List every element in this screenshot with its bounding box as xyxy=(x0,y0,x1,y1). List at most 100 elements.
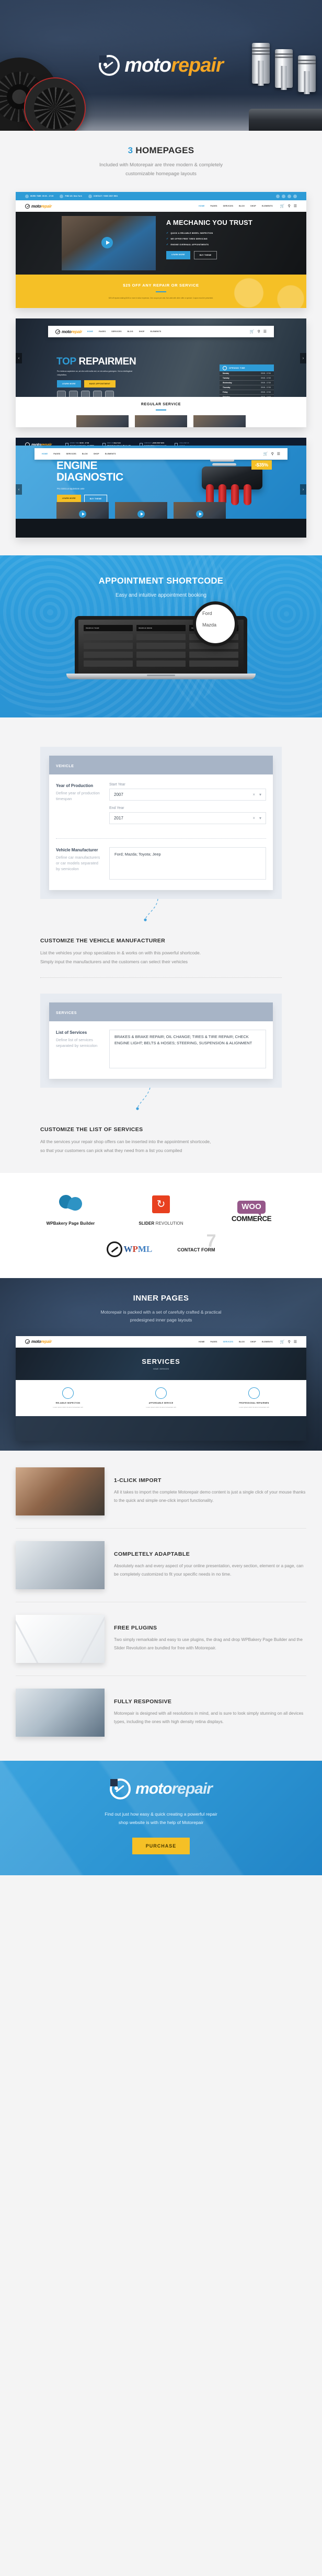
instagram-icon[interactable] xyxy=(293,194,297,198)
service-engine-icon[interactable] xyxy=(81,391,90,397)
mock-nav-icons[interactable]: 🛒 ⚲ ☰ xyxy=(250,329,267,334)
breadcrumb: HOME / SERVICES xyxy=(153,1367,169,1370)
check-icon: ✓ xyxy=(166,243,169,247)
search-icon[interactable]: ⚲ xyxy=(258,329,260,334)
menu-item-blog[interactable]: BLOG xyxy=(82,453,88,455)
menu-icon[interactable]: ☰ xyxy=(277,452,280,456)
homepage2-hero: ‹ › motorepair HOME PAGES SERVICES BLOG … xyxy=(16,318,306,397)
chevron-down-icon[interactable]: ▾ xyxy=(259,816,261,820)
check-icon: ✓ xyxy=(166,232,169,235)
mock-menu[interactable]: HOME PAGES SERVICES BLOG SHOP ELEMENTS xyxy=(199,1341,273,1343)
video-thumbnail[interactable] xyxy=(174,502,226,519)
mock-menu[interactable]: HOME PAGES SERVICES BLOG SHOP ELEMENTS xyxy=(42,453,116,455)
social-icons[interactable] xyxy=(276,194,297,198)
mock-logo[interactable]: motorepair xyxy=(55,329,82,334)
clock-icon xyxy=(223,366,227,370)
mock-menu[interactable]: HOME PAGES SERVICES BLOG SHOP ELEMENTS xyxy=(199,205,273,207)
mock-nav-icons[interactable]: 🛒 ⚲ ☰ xyxy=(263,452,280,456)
menu-item-shop[interactable]: SHOP xyxy=(250,1341,256,1343)
menu-item-blog[interactable]: BLOG xyxy=(239,1341,245,1343)
mock-nav-icons[interactable]: 🛒 ⚲ ☰ xyxy=(280,204,297,208)
make-appointment-button[interactable]: MAKE APPOINTMENT xyxy=(84,380,116,388)
slider-next-button[interactable]: › xyxy=(300,484,306,495)
search-icon[interactable]: ⚲ xyxy=(288,1340,291,1344)
menu-item-shop[interactable]: SHOP xyxy=(250,205,256,207)
facebook-icon[interactable] xyxy=(288,194,291,198)
slider-prev-button[interactable]: ‹ xyxy=(16,353,22,364)
menu-item-blog[interactable]: BLOG xyxy=(239,205,245,207)
cart-icon[interactable]: 🛒 xyxy=(280,204,285,208)
menu-item-elements[interactable]: ELEMENTS xyxy=(262,1341,273,1343)
clear-icon[interactable]: × xyxy=(252,792,255,797)
divider xyxy=(156,409,166,411)
menu-item-pages[interactable]: PAGES xyxy=(53,453,60,455)
menu-item-home[interactable]: HOME xyxy=(199,1341,204,1343)
video-thumbnail[interactable] xyxy=(115,502,167,519)
menu-icon[interactable]: ☰ xyxy=(263,329,267,334)
purchase-button[interactable]: PURCHASE xyxy=(132,1838,190,1854)
mock-logo[interactable]: motorepair xyxy=(25,1339,52,1344)
mock-logo[interactable]: motorepair xyxy=(25,203,52,209)
clear-icon[interactable]: × xyxy=(252,816,255,820)
menu-item-shop[interactable]: SHOP xyxy=(94,453,99,455)
inner-page-preview[interactable]: motorepair HOME PAGES SERVICES BLOG SHOP… xyxy=(16,1336,306,1441)
end-year-select[interactable]: 2017 × ▾ xyxy=(109,812,266,825)
learn-more-button[interactable]: LEARN MORE xyxy=(166,251,190,260)
menu-item-services[interactable]: SERVICES xyxy=(223,205,234,207)
menu-icon[interactable]: ☰ xyxy=(294,204,297,208)
menu-item-elements[interactable]: ELEMENTS xyxy=(105,453,116,455)
twitter-icon[interactable] xyxy=(276,194,280,198)
inner-pages-title: INNER PAGES xyxy=(133,1293,189,1303)
service-24h-icon[interactable] xyxy=(57,391,66,397)
cart-icon[interactable]: 🛒 xyxy=(263,452,268,456)
cart-icon[interactable]: 🛒 xyxy=(280,1340,285,1344)
learn-more-button[interactable]: LEARN MORE xyxy=(57,380,81,388)
mock-menu[interactable]: HOME PAGES SERVICES BLOG SHOP ELEMENTS xyxy=(87,330,162,333)
menu-item-services[interactable]: SERVICES xyxy=(66,453,77,455)
menu-item-elements[interactable]: ELEMENTS xyxy=(151,330,162,333)
brand-logo: motorepair xyxy=(0,1778,322,1799)
list-of-services-field: List of Services Define list of services… xyxy=(56,1030,266,1069)
menu-item-home[interactable]: HOME xyxy=(87,330,93,333)
engine-graphic: -$35% xyxy=(197,457,272,507)
inner-pages-section: INNER PAGES Motorepair is packed with a … xyxy=(0,1278,322,1451)
menu-item-elements[interactable]: ELEMENTS xyxy=(262,205,273,207)
chevron-down-icon[interactable]: ▾ xyxy=(259,792,261,797)
menu-item-services[interactable]: SERVICES xyxy=(111,330,122,333)
menu-item-services[interactable]: SERVICES xyxy=(223,1341,234,1343)
service-wheel-icon[interactable] xyxy=(69,391,78,397)
services-page-title: SERVICES xyxy=(142,1357,180,1365)
cart-icon[interactable]: 🛒 xyxy=(250,329,255,334)
menu-item-home[interactable]: HOME xyxy=(199,205,204,207)
slider-next-button[interactable]: › xyxy=(300,353,306,364)
slider-prev-button[interactable]: ‹ xyxy=(16,484,22,495)
list-of-services-input[interactable]: BRAKES & BRAKE REPAIR; OIL CHANGE; TIRES… xyxy=(109,1030,266,1069)
mock-topbar: WORK TIME: 09:00 - 17:00 FIND US: New Yo… xyxy=(16,192,306,201)
menu-icon[interactable]: ☰ xyxy=(294,1340,297,1344)
homepage-preview-3[interactable]: motorepair WORK TIME 09:00 - 17:00Saturd… xyxy=(16,438,306,538)
service-car-icon[interactable] xyxy=(93,391,102,397)
start-year-select[interactable]: 2007 × ▾ xyxy=(109,789,266,801)
search-icon[interactable]: ⚲ xyxy=(271,452,274,456)
buy-theme-button[interactable]: BUY THEME xyxy=(193,251,217,260)
mock-nav-icons[interactable]: 🛒 ⚲ ☰ xyxy=(280,1340,297,1344)
landing-page: motorepair 3 HOMEPAGES Included with Mot… xyxy=(0,0,322,1875)
menu-item-pages[interactable]: PAGES xyxy=(211,205,217,207)
homepage-preview-1[interactable]: WORK TIME: 09:00 - 17:00 FIND US: New Yo… xyxy=(16,192,306,309)
vehicle-manufacturer-input[interactable]: Ford; Mazda; Toyota; Jeep xyxy=(109,847,266,880)
menu-item-pages[interactable]: PAGES xyxy=(211,1341,217,1343)
plugin-woocommerce: WOO COMMERCE xyxy=(222,1200,282,1226)
linkedin-icon[interactable] xyxy=(282,194,285,198)
feature-text: Motorepair is designed with all resoluti… xyxy=(114,1711,304,1724)
service-oil-icon[interactable] xyxy=(105,391,114,397)
menu-item-home[interactable]: HOME xyxy=(42,453,48,455)
plugin-slider-revolution: ↻ SLIDER REVOLUTION xyxy=(131,1192,191,1226)
menu-item-shop[interactable]: SHOP xyxy=(139,330,145,333)
video-thumbnail[interactable] xyxy=(56,502,109,519)
homepage-preview-2[interactable]: ‹ › motorepair HOME PAGES SERVICES BLOG … xyxy=(16,318,306,428)
menu-item-blog[interactable]: BLOG xyxy=(128,330,133,333)
menu-item-pages[interactable]: PAGES xyxy=(99,330,106,333)
search-icon[interactable]: ⚲ xyxy=(288,204,291,208)
service-card-row xyxy=(16,415,306,428)
feature-text: All it takes to import the complete Moto… xyxy=(114,1490,306,1503)
